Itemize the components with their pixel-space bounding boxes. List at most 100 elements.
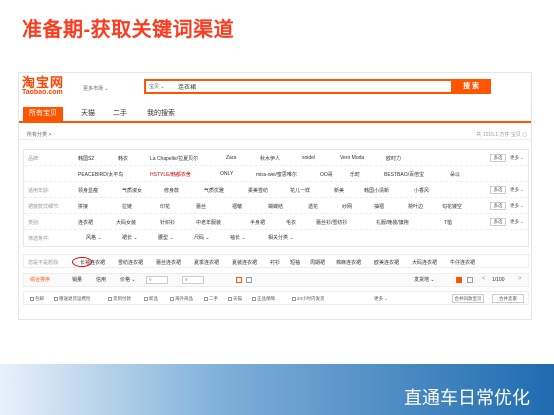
merge-same-items-button[interactable]: 合并同款宝贝	[452, 294, 484, 303]
filter-option[interactable]: 纱网	[342, 203, 352, 210]
ship-from-dropdown[interactable]: 发货地 ⌄	[414, 274, 435, 286]
filter-option[interactable]: 连衣裙	[78, 219, 93, 226]
filter-option[interactable]: 大码女装	[116, 219, 136, 226]
filter-option[interactable]: La Chapelle/拉夏贝尔	[150, 155, 198, 162]
filter-option[interactable]: 朵以	[450, 171, 460, 178]
more-features-dropdown[interactable]: 更多 ⌄	[374, 296, 388, 302]
filter-option[interactable]: Vero Moda	[340, 155, 364, 161]
grid-layout-icon[interactable]	[456, 277, 462, 283]
feature-checkbox[interactable]: 新品	[144, 296, 158, 302]
skirt-length-dropdown[interactable]: 裙长 ⌄	[122, 234, 138, 241]
filter-option[interactable]: 柔美雪纺	[248, 187, 268, 194]
multi-select-button[interactable]: 多选	[490, 154, 506, 162]
feature-checkbox[interactable]: 货到付款	[108, 296, 131, 302]
suggestion-link[interactable]: 雪纺连衣裙	[118, 259, 143, 266]
sort-price[interactable]: 价格 ⌄	[120, 274, 136, 286]
tab-tmall[interactable]: 天猫	[75, 107, 101, 121]
waist-dropdown[interactable]: 腰型 ⌄	[158, 234, 174, 241]
multi-select-button[interactable]: 多选	[490, 202, 506, 210]
multi-select-button[interactable]: 多选	[490, 186, 506, 194]
multi-select-button[interactable]: 多选	[490, 218, 506, 226]
filter-option[interactable]: 中老年服装	[196, 219, 221, 226]
filter-option[interactable]: HSTYLE/韩都衣舍	[150, 171, 191, 178]
suggestion-link[interactable]: 短袖	[290, 259, 300, 266]
filter-option[interactable]: 蕾丝衫/雪纺衫	[316, 219, 347, 226]
filter-option[interactable]: 领身显瘦	[78, 187, 98, 194]
more-button[interactable]: 更多 ⌄	[510, 203, 524, 209]
related-category-dropdown[interactable]: 相关分类 ⌄	[268, 234, 294, 241]
feature-checkbox[interactable]: 包邮	[30, 296, 44, 302]
feature-checkbox[interactable]: 天猫	[228, 296, 242, 302]
list-layout-icon[interactable]	[467, 277, 473, 283]
tab-second-hand[interactable]: 二手	[107, 107, 133, 121]
filter-option[interactable]: 韩国SZ	[78, 155, 94, 162]
filter-option[interactable]: 印花	[160, 203, 170, 210]
price-max-input[interactable]: ¥	[182, 276, 204, 284]
sort-credit[interactable]: 信用	[96, 274, 106, 286]
filter-option[interactable]: 乐町	[350, 171, 360, 178]
filter-option[interactable]: 拼接	[78, 203, 88, 210]
search-category-select[interactable]: 宝贝 ⌄	[149, 83, 165, 90]
filter-option[interactable]: 小香风	[414, 187, 429, 194]
more-button[interactable]: 更多 ⌄	[510, 219, 524, 225]
tab-my-search[interactable]: 我的搜索	[141, 107, 181, 121]
filter-option[interactable]: 抽褶	[374, 203, 384, 210]
filter-option[interactable]: 修身款	[164, 187, 179, 194]
feature-checkbox[interactable]: 正品保障	[252, 296, 275, 302]
filter-option[interactable]: 韩国小清新	[364, 187, 389, 194]
filter-option[interactable]: 半身裙	[250, 219, 265, 226]
all-categories-link[interactable]: 所有分类 >	[27, 131, 51, 138]
sort-default[interactable]: 综合排序	[30, 274, 50, 286]
grid-view-icon[interactable]	[236, 277, 242, 283]
filter-option[interactable]: BESTBAO/百倍宝	[384, 171, 424, 178]
suggestion-link[interactable]: 衬衫	[270, 259, 280, 266]
search-button[interactable]: 搜 索	[451, 79, 491, 94]
filter-option[interactable]: T恤	[444, 219, 452, 226]
suggestion-link[interactable]: 夏装连衣裙	[232, 259, 257, 266]
filter-option[interactable]: 拉链	[122, 203, 132, 210]
filter-option[interactable]: 韩衣	[118, 155, 128, 162]
suggestion-link[interactable]: 欧美连衣裙	[374, 259, 399, 266]
feature-checkbox[interactable]: 24小时内发货	[292, 296, 325, 302]
filter-option[interactable]: 蝴蝶结	[268, 203, 283, 210]
feature-checkbox[interactable]: 二手	[204, 296, 218, 302]
filter-option[interactable]: 花儿一样	[290, 187, 310, 194]
filter-option[interactable]: 毛衣	[286, 219, 296, 226]
filter-option[interactable]: 新美	[334, 187, 344, 194]
filter-option[interactable]: snidel	[302, 155, 315, 161]
filter-option[interactable]: 荷叶边	[408, 203, 423, 210]
suggestion-link[interactable]: 牛仔连衣裙	[450, 259, 475, 266]
list-view-icon[interactable]	[246, 277, 252, 283]
filter-option[interactable]: 气质优雅	[204, 187, 224, 194]
price-min-input[interactable]: ¥	[146, 276, 168, 284]
merge-sellers-button[interactable]: 合并卖家	[492, 294, 524, 303]
filter-option[interactable]: Zara	[226, 155, 236, 161]
filter-option[interactable]: 透花	[308, 203, 318, 210]
filter-option[interactable]: 蕾丝	[196, 203, 206, 210]
suggestion-link[interactable]: 长袖连衣裙	[80, 259, 105, 266]
suggestion-link[interactable]: 周期裙	[310, 259, 325, 266]
filter-option[interactable]: 秋水伊人	[260, 155, 280, 162]
filter-option[interactable]: 勾花镂空	[442, 203, 462, 210]
style-dropdown[interactable]: 风格 ⌄	[86, 234, 102, 241]
tab-all-items[interactable]: 所有宝贝	[23, 107, 63, 121]
filter-option[interactable]: OO哥	[320, 171, 333, 178]
suggestion-link[interactable]: 夏季连衣裙	[194, 259, 219, 266]
suggestion-link[interactable]: 棉麻连衣裙	[336, 259, 361, 266]
prev-page-icon[interactable]: <	[482, 276, 486, 282]
filter-option[interactable]: 针织衫	[160, 219, 175, 226]
filter-option[interactable]: 褶皱	[232, 203, 242, 210]
filter-option[interactable]: miss-wei/蜜思唯尔	[256, 171, 297, 178]
more-button[interactable]: 更多 ⌄	[510, 187, 524, 193]
more-markets-dropdown[interactable]: 更多市场 ⌄	[83, 85, 109, 92]
size-dropdown[interactable]: 尺码 ⌄	[194, 234, 210, 241]
sleeve-dropdown[interactable]: 袖长 ⌄	[230, 234, 246, 241]
more-button[interactable]: 更多 ⌄	[510, 155, 524, 161]
filter-option[interactable]: PEACEBIRD/太平鸟	[78, 171, 123, 178]
taobao-logo[interactable]: 淘宝网 Taobao.com	[22, 76, 64, 97]
next-page-icon[interactable]: >	[518, 276, 522, 282]
filter-option[interactable]: 气质淑女	[122, 187, 142, 194]
feature-checkbox[interactable]: 海外商品	[170, 296, 193, 302]
feature-checkbox[interactable]: 赠送退货运费险	[54, 296, 91, 302]
sort-sales[interactable]: 销量	[72, 274, 82, 286]
